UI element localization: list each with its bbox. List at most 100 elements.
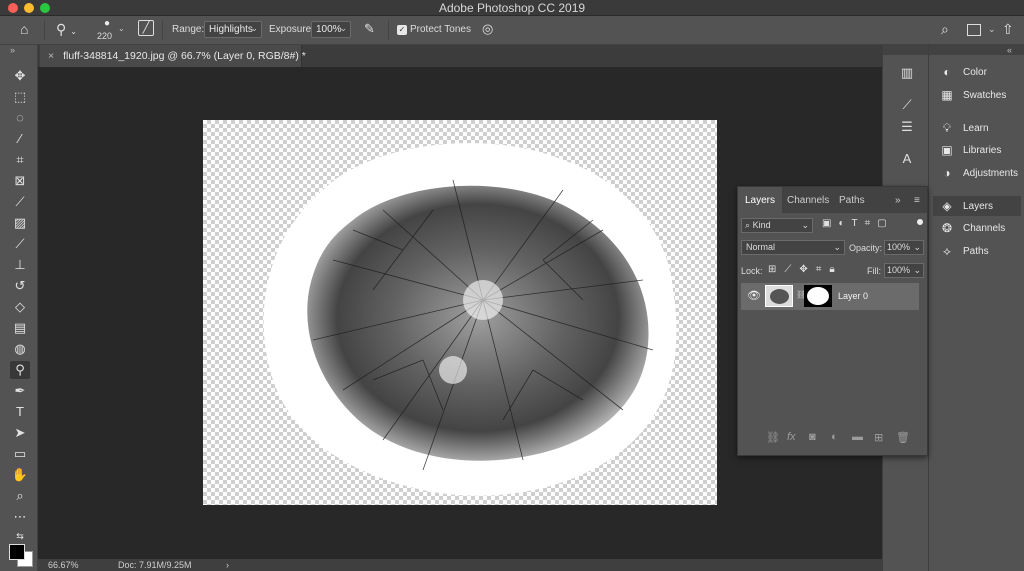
blur-tool-icon[interactable]: ◍ — [10, 340, 30, 358]
workspace-chevron-icon[interactable]: ⌄ — [988, 24, 996, 35]
brush-tool-icon[interactable]: ⟋ — [10, 235, 30, 253]
layer-mask-thumbnail[interactable] — [804, 285, 832, 307]
move-tool-icon[interactable]: ✥ — [10, 67, 30, 85]
document-canvas[interactable] — [203, 120, 717, 505]
document-tab-bar: × fluff-348814_1920.jpg @ 66.7% (Layer 0… — [38, 45, 882, 67]
lock-label: Lock: — [741, 266, 763, 276]
filter-toggle-icon[interactable] — [917, 219, 923, 225]
brush-preview-icon[interactable]: ● — [98, 18, 116, 30]
new-layer-icon[interactable]: ⊞ — [874, 431, 883, 444]
libraries-icon: ▣ — [941, 143, 953, 157]
expand-panels-icon[interactable]: « — [1007, 45, 1012, 55]
layer-row[interactable]: 👁︎ ⛓︎ Layer 0 — [741, 283, 919, 310]
close-tab-icon[interactable]: × — [48, 50, 54, 62]
lock-icons[interactable]: ⊞⟋✥⌗🔒︎ — [768, 264, 843, 275]
panel-layers[interactable]: ◈ Layers — [933, 196, 1021, 216]
history-brush-tool-icon[interactable]: ↺ — [10, 277, 30, 295]
doc-size-info: Doc: 7.91M/9.25M — [118, 560, 192, 570]
marquee-tool-icon[interactable]: ⬚ — [10, 88, 30, 106]
eyedropper-tool-icon[interactable]: ⟋ — [10, 193, 30, 211]
panel-menu-icon[interactable]: ≡ — [914, 195, 920, 206]
status-menu-chevron-icon[interactable]: › — [226, 560, 229, 570]
panel-color[interactable]: ◐ Color — [933, 62, 1021, 82]
hand-tool-icon[interactable]: ✋ — [10, 466, 30, 484]
panel-channels[interactable]: ❂ Channels — [933, 218, 1021, 238]
brush-picker-chevron-icon[interactable]: ⌄ — [118, 24, 125, 33]
panel-swatches[interactable]: ▦ Swatches — [933, 85, 1021, 105]
chevron-down-icon: ⌄ — [339, 23, 347, 33]
delete-layer-icon[interactable]: 🗑︎ — [896, 431, 910, 444]
zoom-tool-icon[interactable]: ⌕ — [10, 487, 30, 505]
divider — [44, 20, 45, 40]
exposure-label: Exposure: — [269, 24, 315, 35]
panel-adjustments[interactable]: ◑ Adjustments — [933, 163, 1021, 183]
opacity-input[interactable]: 100% ⌄ — [884, 240, 924, 255]
properties-icon[interactable]: ☰ — [897, 119, 917, 137]
fill-label: Fill: — [867, 266, 881, 276]
tab-channels[interactable]: Channels — [787, 195, 829, 206]
range-dropdown[interactable]: Highlights ⌄ — [204, 21, 262, 38]
brush-settings-icon[interactable]: ╱ — [138, 20, 154, 36]
dodge-tool-preset-icon[interactable]: ⚲ ⌄ — [56, 21, 77, 38]
protect-tones-checkbox[interactable]: ✓ — [397, 25, 407, 35]
foreground-color-swatch[interactable] — [9, 544, 25, 560]
brush-size-value: 220 — [97, 31, 113, 41]
panel-paths[interactable]: ⟡ Paths — [933, 241, 1021, 261]
collapse-toolbar-icon[interactable]: » — [10, 45, 15, 55]
color-wheel-icon: ◐ — [943, 65, 951, 79]
dock-header — [883, 45, 928, 55]
panel-libraries[interactable]: ▣ Libraries — [933, 140, 1021, 160]
exposure-value: 100% — [316, 24, 342, 35]
collapse-panel-icon[interactable]: » — [895, 195, 901, 206]
healing-brush-tool-icon[interactable]: ▨ — [10, 214, 30, 232]
document-tab[interactable]: × fluff-348814_1920.jpg @ 66.7% (Layer 0… — [40, 45, 306, 67]
more-tools-icon[interactable]: ⋯ — [10, 508, 30, 526]
pressure-size-icon[interactable]: ◎ — [482, 21, 493, 37]
history-icon[interactable]: ▥ — [897, 65, 917, 83]
layer-style-icon[interactable]: fx — [787, 431, 796, 443]
new-group-icon[interactable]: ▬ — [852, 431, 863, 443]
search-icon[interactable]: ⌕ — [941, 21, 949, 38]
filter-kind-dropdown[interactable]: ⌕ Kind ⌄ — [741, 218, 813, 233]
panel-learn[interactable]: 💡︎ Learn — [933, 118, 1021, 138]
visibility-eye-icon[interactable]: 👁︎ — [747, 289, 761, 302]
exposure-input[interactable]: 100% ⌄ — [311, 21, 351, 38]
layers-icon: ◈ — [942, 199, 952, 213]
frame-tool-icon[interactable]: ⊠ — [10, 172, 30, 190]
type-tool-icon[interactable]: T — [10, 403, 30, 421]
grid-icon: ▦ — [941, 88, 953, 102]
pen-tool-icon[interactable]: ✒ — [10, 382, 30, 400]
layer-thumbnail[interactable] — [765, 285, 793, 307]
blend-mode-dropdown[interactable]: Normal ⌄ — [741, 240, 845, 255]
home-icon[interactable]: ⌂ — [20, 21, 28, 37]
zoom-level[interactable]: 66.67% — [48, 560, 79, 570]
adjustment-layer-icon[interactable]: ◐ — [831, 431, 838, 443]
lasso-tool-icon[interactable]: ◌ — [10, 109, 30, 127]
swap-colors-icon[interactable]: ⇆ — [10, 527, 30, 545]
tools-panel: » ✥ ⬚ ◌ ⁄ ⌗ ⊠ ⟋ ▨ ⟋ ⊥ ↺ ◇ ▤ ◍ ⚲ ✒ T ➤ ▭ … — [0, 45, 38, 571]
eraser-tool-icon[interactable]: ◇ — [10, 298, 30, 316]
magic-wand-tool-icon[interactable]: ⁄ — [10, 130, 30, 148]
crop-tool-icon[interactable]: ⌗ — [10, 151, 30, 169]
brush-settings-panel-icon[interactable]: ⟋ — [897, 97, 917, 115]
link-layers-icon[interactable]: ⛓︎ — [766, 431, 780, 444]
filter-type-icons[interactable]: ▣◐T⌗▢ — [822, 218, 894, 229]
airbrush-icon[interactable]: ✎ — [364, 21, 375, 37]
dodge-tool-icon[interactable]: ⚲ — [10, 361, 30, 379]
tab-paths[interactable]: Paths — [839, 195, 865, 206]
dandelion-image — [263, 143, 677, 496]
workspace-icon[interactable] — [967, 24, 981, 36]
stamp-tool-icon[interactable]: ⊥ — [10, 256, 30, 274]
fill-input[interactable]: 100% ⌄ — [884, 263, 924, 278]
gradient-tool-icon[interactable]: ▤ — [10, 319, 30, 337]
chevron-down-icon: ⌄ — [801, 220, 809, 230]
options-bar: ⌂ ⚲ ⌄ ● 220 ⌄ ╱ Range: Highlights ⌄ Expos… — [0, 16, 1024, 45]
add-mask-icon[interactable]: ◙ — [809, 431, 816, 443]
character-icon[interactable]: A — [897, 151, 917, 169]
tab-layers[interactable]: Layers — [738, 187, 783, 213]
rectangle-tool-icon[interactable]: ▭ — [10, 445, 30, 463]
layer-name[interactable]: Layer 0 — [838, 291, 868, 301]
path-selection-tool-icon[interactable]: ➤ — [10, 424, 30, 442]
opacity-label: Opacity: — [849, 243, 883, 253]
share-icon[interactable]: ⇧ — [1002, 21, 1014, 38]
